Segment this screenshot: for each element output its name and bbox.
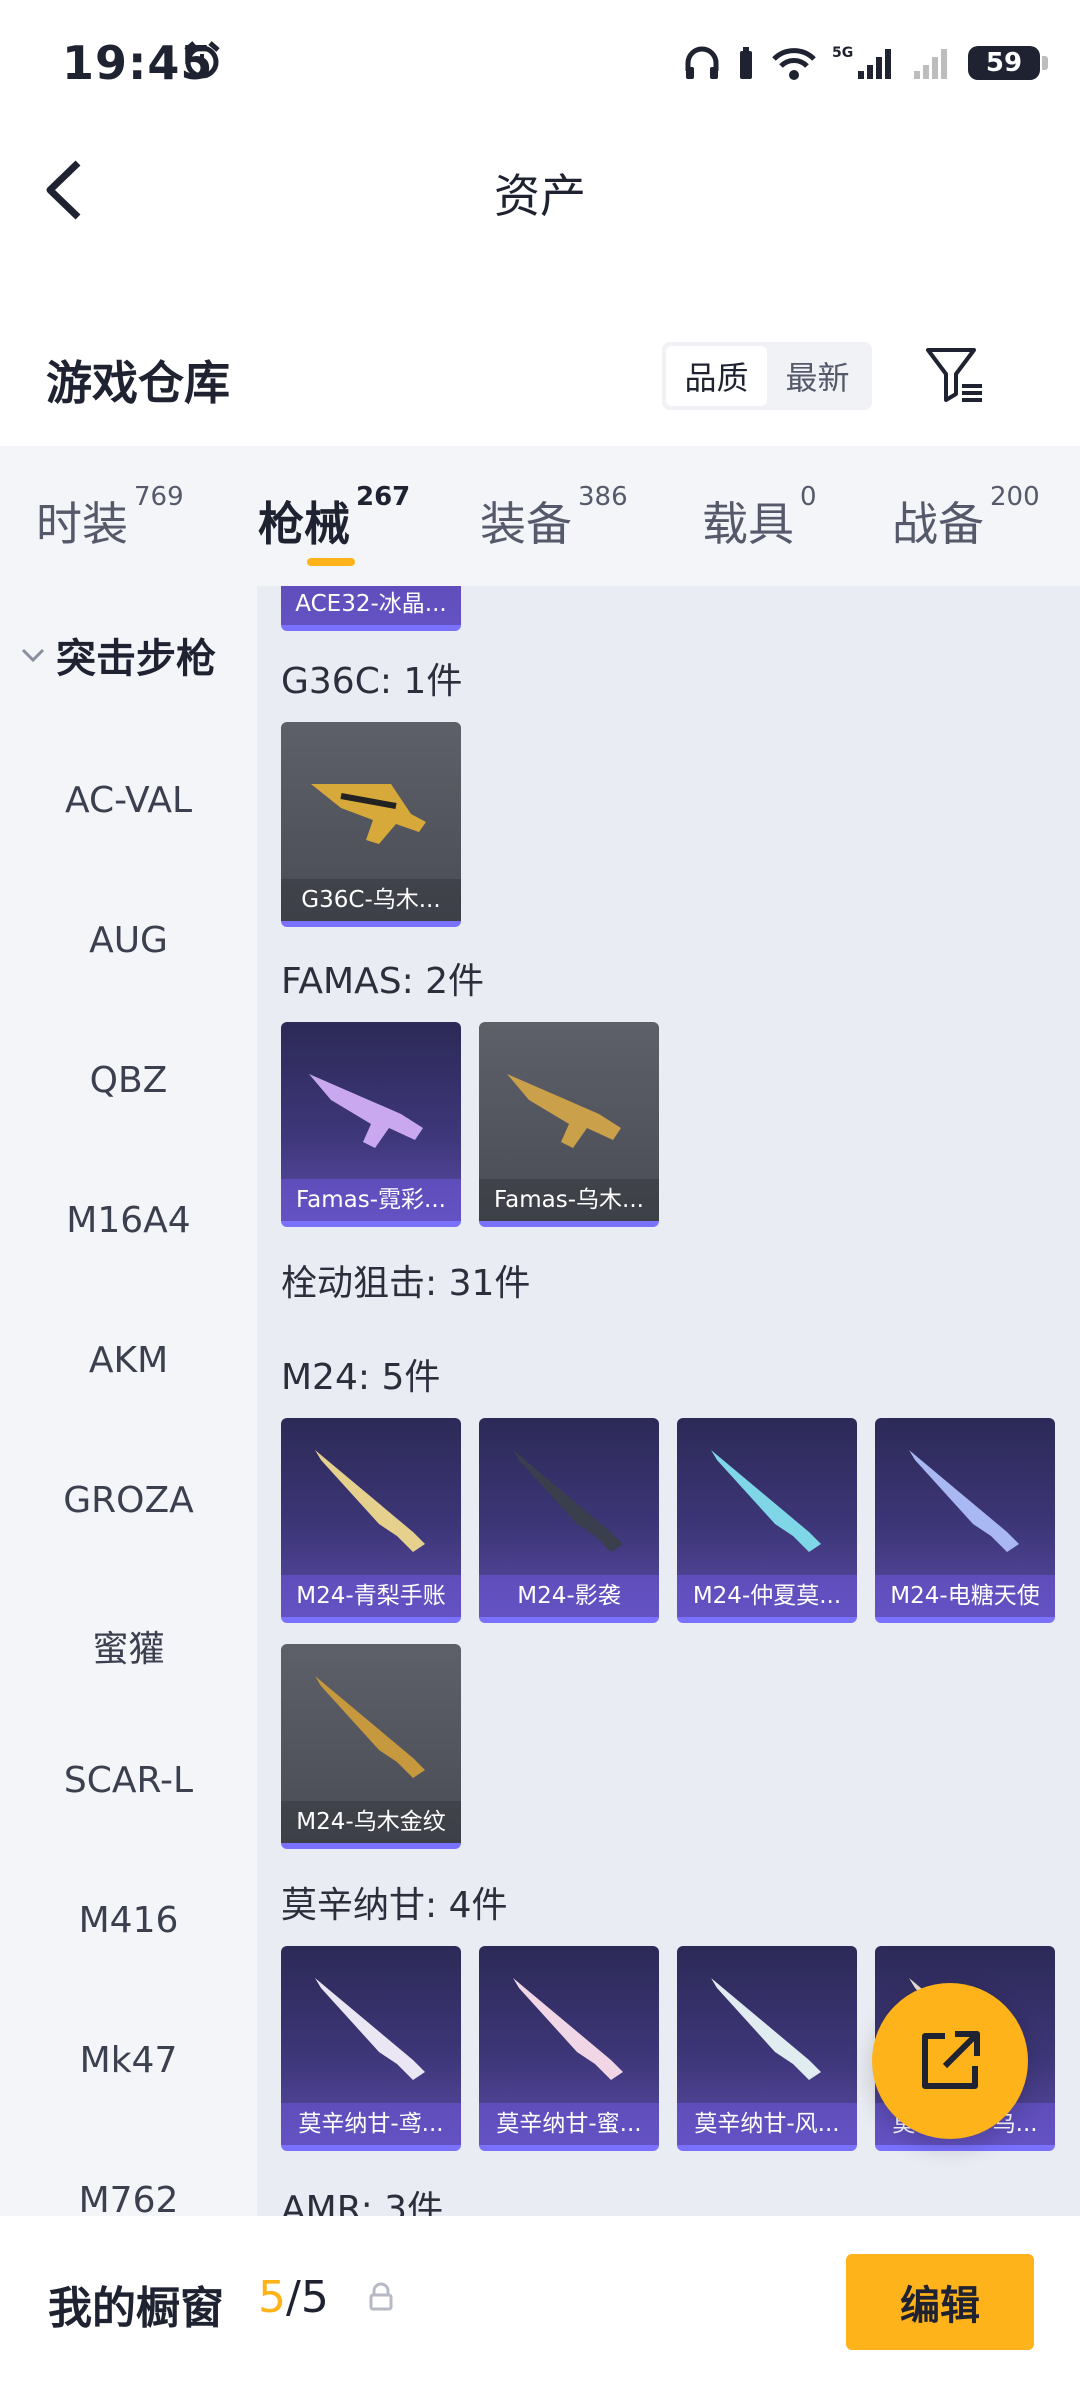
page-title: 资产 [494,169,586,223]
sidebar-item-ac-val[interactable]: AC-VAL [0,780,257,821]
weapon-card[interactable]: 莫辛纳甘-风... [677,1946,857,2151]
sidebar-item-scar-l[interactable]: SCAR-L [0,1760,257,1801]
tab-equipment[interactable]: 装备 386 [480,482,628,554]
showcase-count: 5/5 [258,2272,329,2323]
section-title: AMR: 3件 [281,2189,444,2216]
filter-icon[interactable] [924,344,986,406]
weapon-card-label: ACE32-冰晶... [281,586,461,625]
status-icons: 5G 59 [682,38,1048,88]
rifle-icon [311,784,426,844]
section-title: 莫辛纳甘: 4件 [281,1885,508,1926]
sidebar-group-assault-rifles[interactable]: 突击步枪 [20,626,216,684]
weapon-card[interactable]: 莫辛纳甘-鸢... [281,1946,461,2151]
weapon-card[interactable]: Famas-乌木... [479,1022,659,1227]
sniper-rifle-icon [315,1978,425,2080]
weapon-card-label: M24-乌木金纹 [281,1801,461,1843]
weapon-card-label: Famas-乌木... [479,1179,659,1221]
section-title: G36C: 1件 [281,661,463,702]
alarm-icon [184,41,220,79]
weapon-card[interactable]: M24-青梨手账 [281,1418,461,1623]
edit-button[interactable]: 编辑 [846,2254,1034,2350]
sidebar-item-honey-badger[interactable]: 蜜獾 [0,1620,257,1672]
section-title: 栓动狙击: 31件 [281,1263,531,1304]
sidebar-item-akm[interactable]: AKM [0,1340,257,1381]
weapon-card-label: M24-青梨手账 [281,1575,461,1617]
weapon-card-label: M24-仲夏莫... [677,1575,857,1617]
sort-toggle: 品质 最新 [662,342,872,410]
warehouse-title: 游戏仓库 [46,356,230,410]
active-tab-indicator [307,558,355,566]
sidebar-item-m762[interactable]: M762 [0,2180,257,2221]
sidebar-item-aug[interactable]: AUG [0,920,257,961]
weapon-type-sidebar: 突击步枪 AC-VAL AUG QBZ M16A4 AKM GROZA 蜜獾 S… [0,586,257,2221]
sniper-rifle-icon [315,1676,425,1778]
share-icon [922,2031,980,2089]
sort-latest-option[interactable]: 最新 [767,346,868,406]
sniper-rifle-icon [513,1450,623,1552]
signal-5g-icon: 5G [832,45,891,79]
section-title: M24: 5件 [281,1357,441,1398]
weapon-card[interactable]: Famas-霓彩... [281,1022,461,1227]
weapon-card[interactable]: ACE32-冰晶... [281,586,461,631]
sidebar-item-m416[interactable]: M416 [0,1900,257,1941]
signal-icon [914,49,947,79]
tab-supplies[interactable]: 战备 200 [892,482,1040,554]
showcase-bar: 我的橱窗 5/5 编辑 [0,2216,1080,2382]
sniper-rifle-icon [315,1450,425,1552]
sidebar-item-groza[interactable]: GROZA [0,1480,257,1521]
weapon-card[interactable]: M24-仲夏莫... [677,1418,857,1623]
sniper-rifle-icon [711,1978,821,2080]
tab-firearms[interactable]: 枪械 267 [258,482,410,554]
headphones-icon [685,46,719,79]
weapon-card[interactable]: M24-影袭 [479,1418,659,1623]
sniper-rifle-icon [909,1450,1019,1552]
weapon-card[interactable]: 莫辛纳甘-蜜... [479,1946,659,2151]
weapon-card[interactable]: M24-乌木金纹 [281,1644,461,1849]
showcase-title: 我的橱窗 [48,2283,224,2334]
sidebar-item-m16a4[interactable]: M16A4 [0,1200,257,1241]
weapon-card-label: M24-影袭 [479,1575,659,1617]
weapon-card-label: G36C-乌木... [281,879,461,921]
sniper-rifle-icon [711,1450,821,1552]
svg-text:5G: 5G [832,45,853,61]
tab-vehicles[interactable]: 载具 0 [702,482,817,554]
weapon-card-label: 莫辛纳甘-鸢... [281,2103,461,2145]
weapon-card-label: 莫辛纳甘-风... [677,2103,857,2145]
chevron-down-icon [21,648,45,663]
rifle-icon [309,1074,423,1148]
wifi-icon [772,48,816,80]
tab-fashion[interactable]: 时装 769 [36,482,184,554]
rifle-icon [507,1074,621,1148]
sidebar-item-mk47[interactable]: Mk47 [0,2040,257,2081]
category-tabs: 时装 769 枪械 267 装备 386 载具 0 战备 200 [0,446,1080,586]
section-title: FAMAS: 2件 [281,961,485,1002]
weapon-card-label: 莫辛纳甘-蜜... [479,2103,659,2145]
status-bar: 19:45 5G 59 [0,0,1080,130]
battery-indicator: 59 [968,46,1048,80]
sniper-rifle-icon [513,1978,623,2080]
weapon-card-label: M24-电糖天使 [875,1575,1055,1617]
lock-icon [369,2282,393,2311]
battery-small-icon [740,47,752,79]
weapon-card-label: Famas-霓彩... [281,1179,461,1221]
sidebar-item-qbz[interactable]: QBZ [0,1060,257,1101]
sort-quality-option[interactable]: 品质 [666,346,767,406]
share-button[interactable] [872,1983,1028,2139]
weapon-grid: ACE32-冰晶... G36C: 1件 G36C-乌木... FAMAS: 2… [257,586,1080,2216]
weapon-card[interactable]: M24-电糖天使 [875,1418,1055,1623]
weapon-card[interactable]: G36C-乌木... [281,722,461,927]
